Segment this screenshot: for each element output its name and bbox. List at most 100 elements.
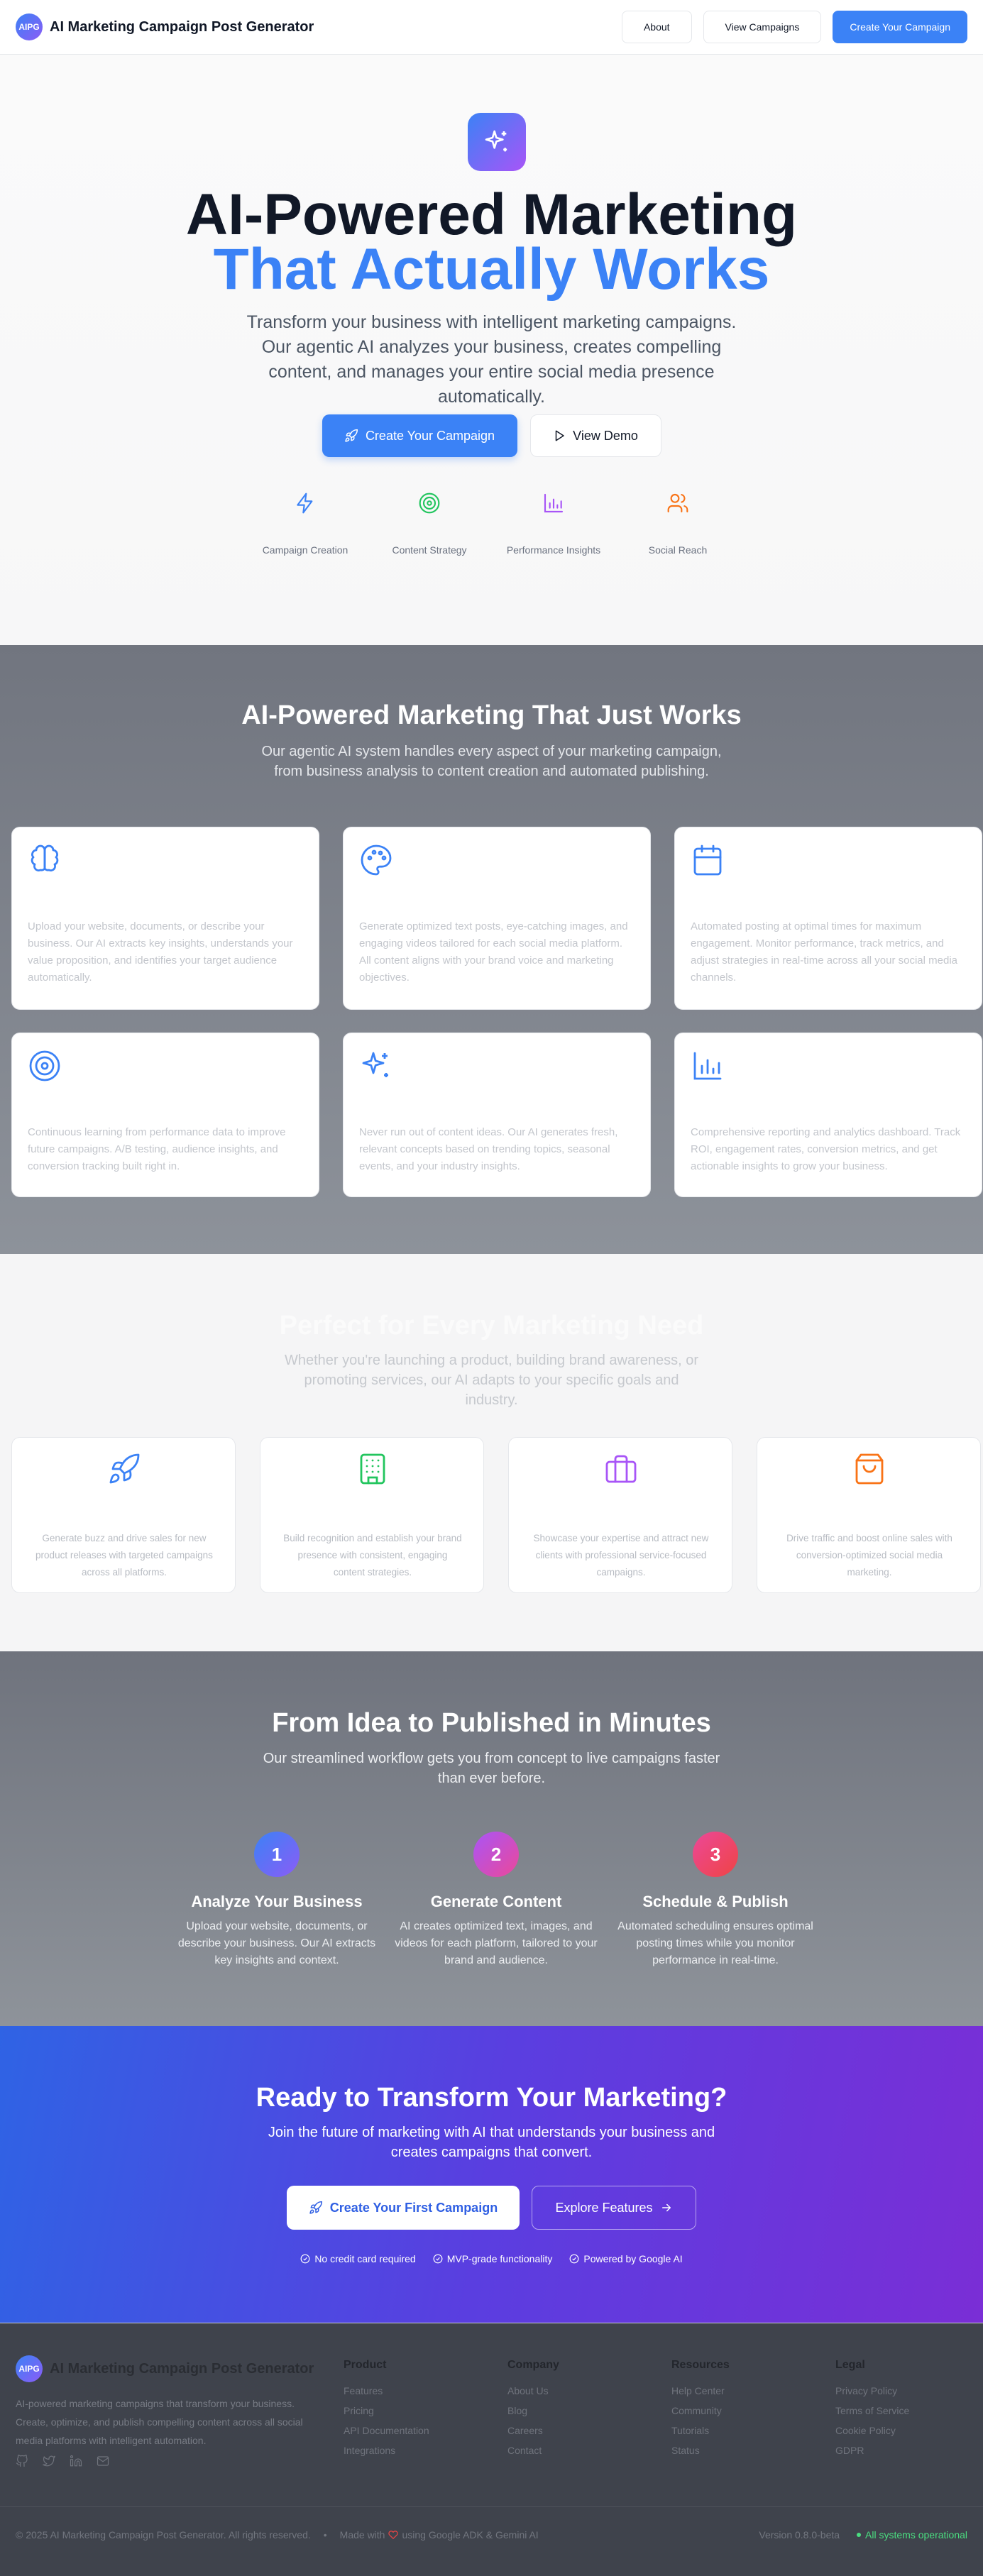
cta-check-item: Powered by Google AI [569,2253,683,2264]
separator-dot: • [323,2529,327,2541]
github-icon[interactable] [16,2455,28,2467]
use-cases-subtitle: Whether you're launching a product, buil… [284,1353,699,1408]
app-title[interactable]: AI Marketing Campaign Post Generator [50,19,314,35]
footer-link[interactable]: Contact [507,2444,559,2457]
heart-icon [388,2531,399,2540]
workflow-step: 1 Analyze Your Business Upload your webs… [174,1832,380,1969]
step-number: 2 [473,1832,519,1877]
brain-icon [31,844,59,871]
use-case-card: Generate buzz and drive sales for new pr… [11,1437,236,1593]
footer-col-product: Product Features Pricing API Documentati… [344,2359,429,2464]
footer-link[interactable]: About Us [507,2384,559,2397]
footer-col-heading: Product [344,2359,387,2371]
target-icon [419,492,440,514]
cta-check-label: MVP-grade functionality [446,2253,553,2264]
hero-title-highlight: That Actually Works [213,237,770,302]
view-demo-button[interactable]: View Demo [529,414,661,457]
footer-link[interactable]: API Documentation [344,2424,429,2437]
footer-col-company: Company About Us Blog Careers Contact [507,2359,559,2464]
briefcase-icon [605,1455,637,1483]
cta-checklist: No credit card required MVP-grade functi… [0,2253,983,2264]
feature-card: Comprehensive reporting and analytics da… [674,1033,982,1197]
hero-title: AI-Powered Marketing [185,182,798,247]
step-title: Analyze Your Business [191,1893,363,1910]
users-icon [667,493,688,513]
top-navbar: AIPG AI Marketing Campaign Post Generato… [0,0,983,55]
status-dot-icon [857,2533,862,2537]
building-icon [360,1453,385,1485]
use-cases-section: Perfect for Every Marketing Need Whether… [0,1254,983,1651]
linkedin-icon[interactable] [70,2455,82,2467]
sparkles-icon [468,113,526,171]
play-icon [555,430,564,441]
explore-features-label: Explore Features [555,2200,653,2215]
cta-actions: Create Your First Campaign Explore Featu… [0,2186,983,2230]
footer-col-heading: Legal [835,2359,865,2371]
footer-link[interactable]: Help Center [671,2384,730,2397]
footer-link[interactable]: Community [671,2404,730,2417]
bar-chart-icon [544,493,564,513]
hero-feature-label: Content Strategy [392,544,467,556]
view-demo-label: View Demo [573,428,638,443]
nav-actions: About View Campaigns Create Your Campaig… [621,11,967,43]
footer-col-legal: Legal Privacy Policy Terms of Service Co… [835,2359,909,2464]
hero-feature-content-strategy: Content Strategy [368,489,492,556]
step-desc: Automated scheduling ensures optimal pos… [617,1920,813,1966]
feature-card-desc: Generate optimized text posts, eye-catch… [359,920,628,984]
step-title: Schedule & Publish [642,1893,789,1910]
footer-logo[interactable]: AIPG [16,2355,43,2382]
hero-create-campaign-label: Create Your Campaign [365,428,495,443]
about-button[interactable]: About [621,11,692,43]
footer-link[interactable]: Blog [507,2404,559,2417]
app-logo[interactable]: AIPG [16,13,43,40]
create-first-campaign-button[interactable]: Create Your First Campaign [287,2186,520,2230]
mail-icon[interactable] [97,2455,109,2467]
rocket-icon [345,429,358,442]
copyright-text: © 2025 AI Marketing Campaign Post Genera… [16,2529,311,2541]
footer-link[interactable]: Integrations [344,2444,429,2457]
footer-link[interactable]: Privacy Policy [835,2384,909,2397]
hero-feature-social-reach: Social Reach [616,489,740,556]
footer-link[interactable]: Features [344,2384,429,2397]
footer-link[interactable]: Cookie Policy [835,2424,909,2437]
calendar-icon [693,844,722,876]
footer-link[interactable]: Careers [507,2424,559,2437]
create-first-campaign-label: Create Your First Campaign [329,2200,498,2215]
cta-check-item: MVP-grade functionality [433,2253,553,2264]
hero-feature-performance-insights: Performance Insights [492,489,616,556]
workflow-section: From Idea to Published in Minutes Our st… [0,1651,983,2026]
use-case-card: Drive traffic and boost online sales wit… [757,1437,981,1593]
footer-col-heading: Company [507,2359,559,2371]
target-icon [29,1050,60,1081]
create-campaign-button[interactable]: Create Your Campaign [833,11,967,43]
status-text: All systems operational [865,2529,967,2541]
footer-meta: Version 0.8.0-beta All systems operation… [759,2529,967,2541]
features-title: AI-Powered Marketing That Just Works [241,700,742,730]
hero-feature-campaign-creation: Campaign Creation [243,489,368,556]
hero-create-campaign-button[interactable]: Create Your Campaign [322,414,517,457]
footer-col-resources: Resources Help Center Community Tutorial… [671,2359,730,2464]
step-title: Generate Content [430,1893,562,1910]
explore-features-button[interactable]: Explore Features [532,2186,696,2230]
feature-card-desc: Upload your website, documents, or descr… [28,920,293,984]
check-circle-icon [300,2254,310,2264]
footer-link[interactable]: Terms of Service [835,2404,909,2417]
feature-card: Never run out of content ideas. Our AI g… [343,1033,651,1197]
footer-link[interactable]: Pricing [344,2404,429,2417]
feature-card-desc: Never run out of content ideas. Our AI g… [359,1126,618,1172]
view-campaigns-button[interactable]: View Campaigns [703,11,822,43]
footer-link[interactable]: Tutorials [671,2424,730,2437]
features-section: AI-Powered Marketing That Just Works Our… [0,645,983,1254]
arrow-right-icon [661,2203,671,2212]
use-case-card: Build recognition and establish your bra… [260,1437,484,1593]
shopping-bag-icon [855,1453,884,1485]
footer-link[interactable]: Status [671,2444,730,2457]
step-number: 1 [254,1832,300,1877]
feature-card: Automated posting at optimal times for m… [674,827,982,1010]
step-number: 3 [693,1832,738,1877]
sparkles-icon [362,1052,388,1077]
twitter-icon[interactable] [43,2455,55,2467]
footer-link[interactable]: GDPR [835,2444,909,2457]
feature-card-desc: Continuous learning from performance dat… [28,1126,286,1172]
workflow-subtitle: Our streamlined workflow gets you from c… [263,1751,720,1786]
